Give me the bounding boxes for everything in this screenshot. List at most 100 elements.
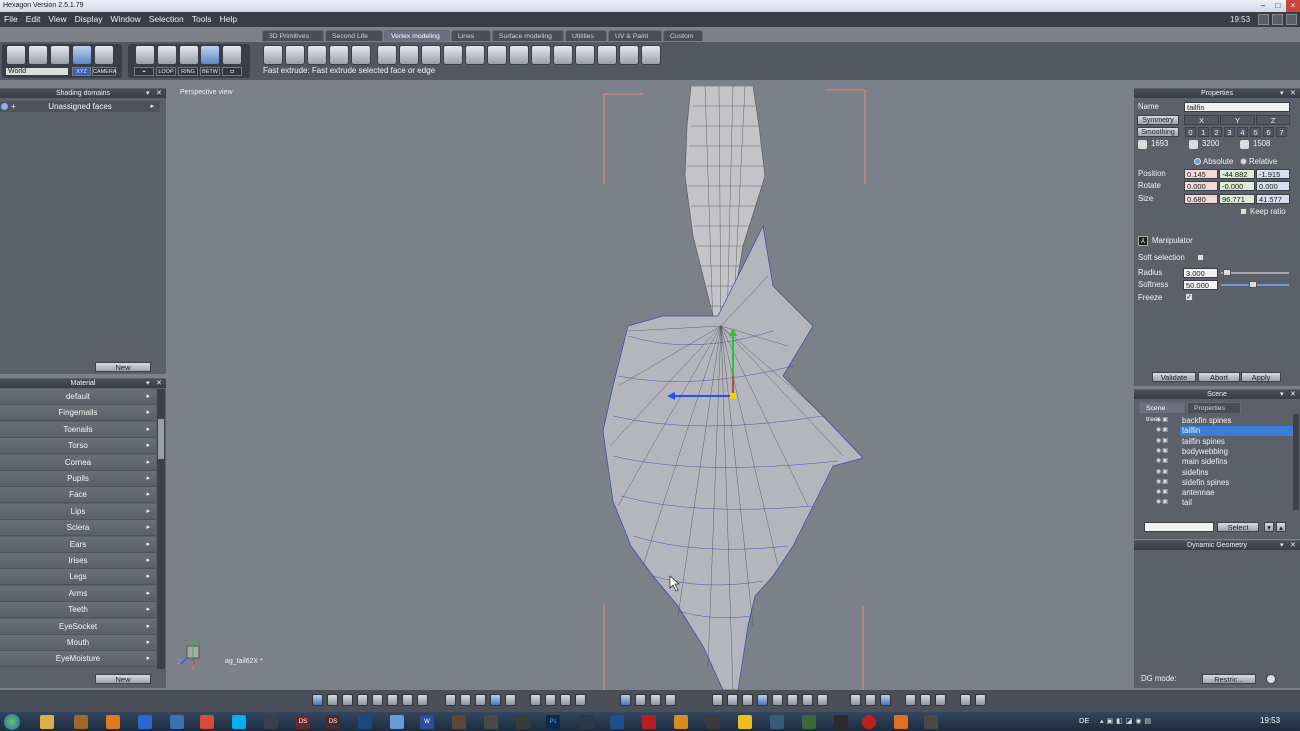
chamfer-icon[interactable] [487,45,507,65]
keep-ratio-checkbox[interactable] [1240,208,1247,215]
smoothing-level-1[interactable]: 1 [1198,127,1209,137]
app-icon[interactable] [170,715,184,729]
scene-tree-item[interactable]: main sidefins [1180,457,1293,467]
smoothing-level-6[interactable]: 6 [1263,127,1274,137]
uv-view-icon[interactable] [475,694,486,706]
app-icon[interactable] [770,715,784,729]
point-tool-icon[interactable] [553,45,573,65]
select-object-icon[interactable] [222,45,242,65]
lights-icon[interactable] [865,694,876,706]
material-item[interactable]: Pupils ▸ [0,471,156,487]
app-close-icon[interactable] [1286,14,1297,25]
paint-view-icon[interactable] [460,694,471,706]
app-icon[interactable] [484,715,498,729]
wireframe-shading-icon[interactable] [712,694,723,706]
new-shading-domain-button[interactable]: New [95,362,151,372]
menu-file[interactable]: File [0,12,22,27]
tab-lines[interactable]: Lines [451,30,491,41]
extrude-icon[interactable] [285,45,305,65]
scene-up-icon[interactable]: ▴ [1276,522,1286,532]
material-item[interactable]: Lips ▸ [0,503,156,520]
quad-view-icon[interactable] [327,694,338,706]
material-scrollbar[interactable] [157,389,165,669]
bevel-icon[interactable] [307,45,327,65]
expand-icon[interactable]: + [11,101,16,112]
tab-surface-modeling[interactable]: Surface modeling [492,30,564,41]
size-z-field[interactable]: 41.577 [1256,194,1290,204]
radius-slider-track[interactable] [1221,269,1289,276]
menu-display[interactable]: Display [71,12,107,27]
panel-close-icon[interactable]: ✕ [1290,390,1296,399]
scene-tree-item[interactable]: sidefin spines [1180,478,1293,488]
rotate-x-field[interactable]: 0.000 [1184,181,1218,191]
tab-custom[interactable]: Custom [663,30,703,41]
smoothing-level-5[interactable]: 5 [1250,127,1261,137]
material-item[interactable]: Legs ▸ [0,569,156,586]
hidden-line-icon[interactable] [727,694,738,706]
eye-view-icon[interactable] [575,694,586,706]
validate-button[interactable]: Validate [1152,372,1196,382]
panel-close-icon[interactable]: ✕ [1290,89,1296,98]
app-icon[interactable] [358,715,372,729]
material-item[interactable]: Teeth ▸ [0,602,156,619]
thickness-icon[interactable] [575,45,595,65]
smoothing-level-4[interactable]: 4 [1237,127,1248,137]
scene-tree-item[interactable]: bodywebbing [1180,447,1293,457]
input-language[interactable]: DE [1079,716,1089,725]
shadow-icon[interactable] [880,694,891,706]
app-icon[interactable] [924,715,938,729]
menu-help[interactable]: Help [216,12,241,27]
scene-tree-item[interactable]: tail [1180,498,1293,508]
ring-select-button[interactable]: RING [178,67,198,76]
radius-field[interactable]: 3.000 [1183,268,1218,278]
fullscreen-icon[interactable] [960,694,971,706]
panel-close-icon[interactable]: ✕ [1290,541,1296,550]
daz-studio-icon[interactable]: DS [296,715,310,729]
camera-mode-button[interactable]: CAMERA [92,67,117,76]
app-icon[interactable] [264,715,278,729]
position-x-field[interactable]: 0.145 [1184,169,1218,179]
panel-close-icon[interactable]: ✕ [156,379,162,388]
camera-rotate-icon[interactable] [635,694,646,706]
scene-tree-item[interactable]: tailfin spines [1180,437,1293,447]
panel-menu-icon[interactable]: ▾ [146,89,150,98]
smoothing-level-2[interactable]: 2 [1211,127,1222,137]
position-y-field[interactable]: -44.882 [1219,169,1255,179]
select-edges-icon[interactable] [157,45,177,65]
new-material-button[interactable]: New [95,674,151,684]
app-icon[interactable] [452,715,466,729]
lit-shading-icon[interactable] [802,694,813,706]
triple-view-icon[interactable] [372,694,383,706]
bridge-icon[interactable] [465,45,485,65]
visibility-icon[interactable]: ◉▣ [1156,498,1178,506]
menu-selection[interactable]: Selection [145,12,188,27]
symmetry-button[interactable]: Symmetry [1137,115,1179,125]
pencil-tool-icon[interactable] [6,45,26,65]
camera-zoom-icon[interactable] [650,694,661,706]
material-item[interactable]: Toenails ▸ [0,421,156,438]
menu-edit[interactable]: Edit [22,12,45,27]
size-x-field[interactable]: 0.680 [1184,194,1218,204]
panel-menu-icon[interactable]: ▾ [1280,89,1284,98]
panel-menu-icon[interactable]: ▾ [1280,390,1284,399]
select-auto-icon[interactable] [200,45,220,65]
app-icon[interactable] [802,715,816,729]
name-field[interactable]: tailfin [1184,102,1290,112]
app-icon[interactable] [706,715,720,729]
scene-tree-item[interactable]: tailfin [1180,426,1293,437]
visibility-icon[interactable]: ◉▣ [1156,416,1178,424]
opera-icon[interactable] [862,715,876,729]
smoothing-level-3[interactable]: 3 [1224,127,1235,137]
select-faces-icon[interactable] [179,45,199,65]
menu-window[interactable]: Window [107,12,145,27]
apply-button[interactable]: Apply [1241,372,1281,382]
skype-icon[interactable] [232,715,246,729]
menu-tools[interactable]: Tools [188,12,216,27]
maximize-icon[interactable]: □ [1271,0,1285,12]
tab-second-life[interactable]: Second Life [325,30,383,41]
material-item[interactable]: Cornea ▸ [0,454,156,471]
grid-view-icon[interactable] [490,694,501,706]
material-item[interactable]: default ▸ [0,389,156,405]
fast-extrude-icon[interactable] [263,45,283,65]
dissolve-icon[interactable] [443,45,463,65]
